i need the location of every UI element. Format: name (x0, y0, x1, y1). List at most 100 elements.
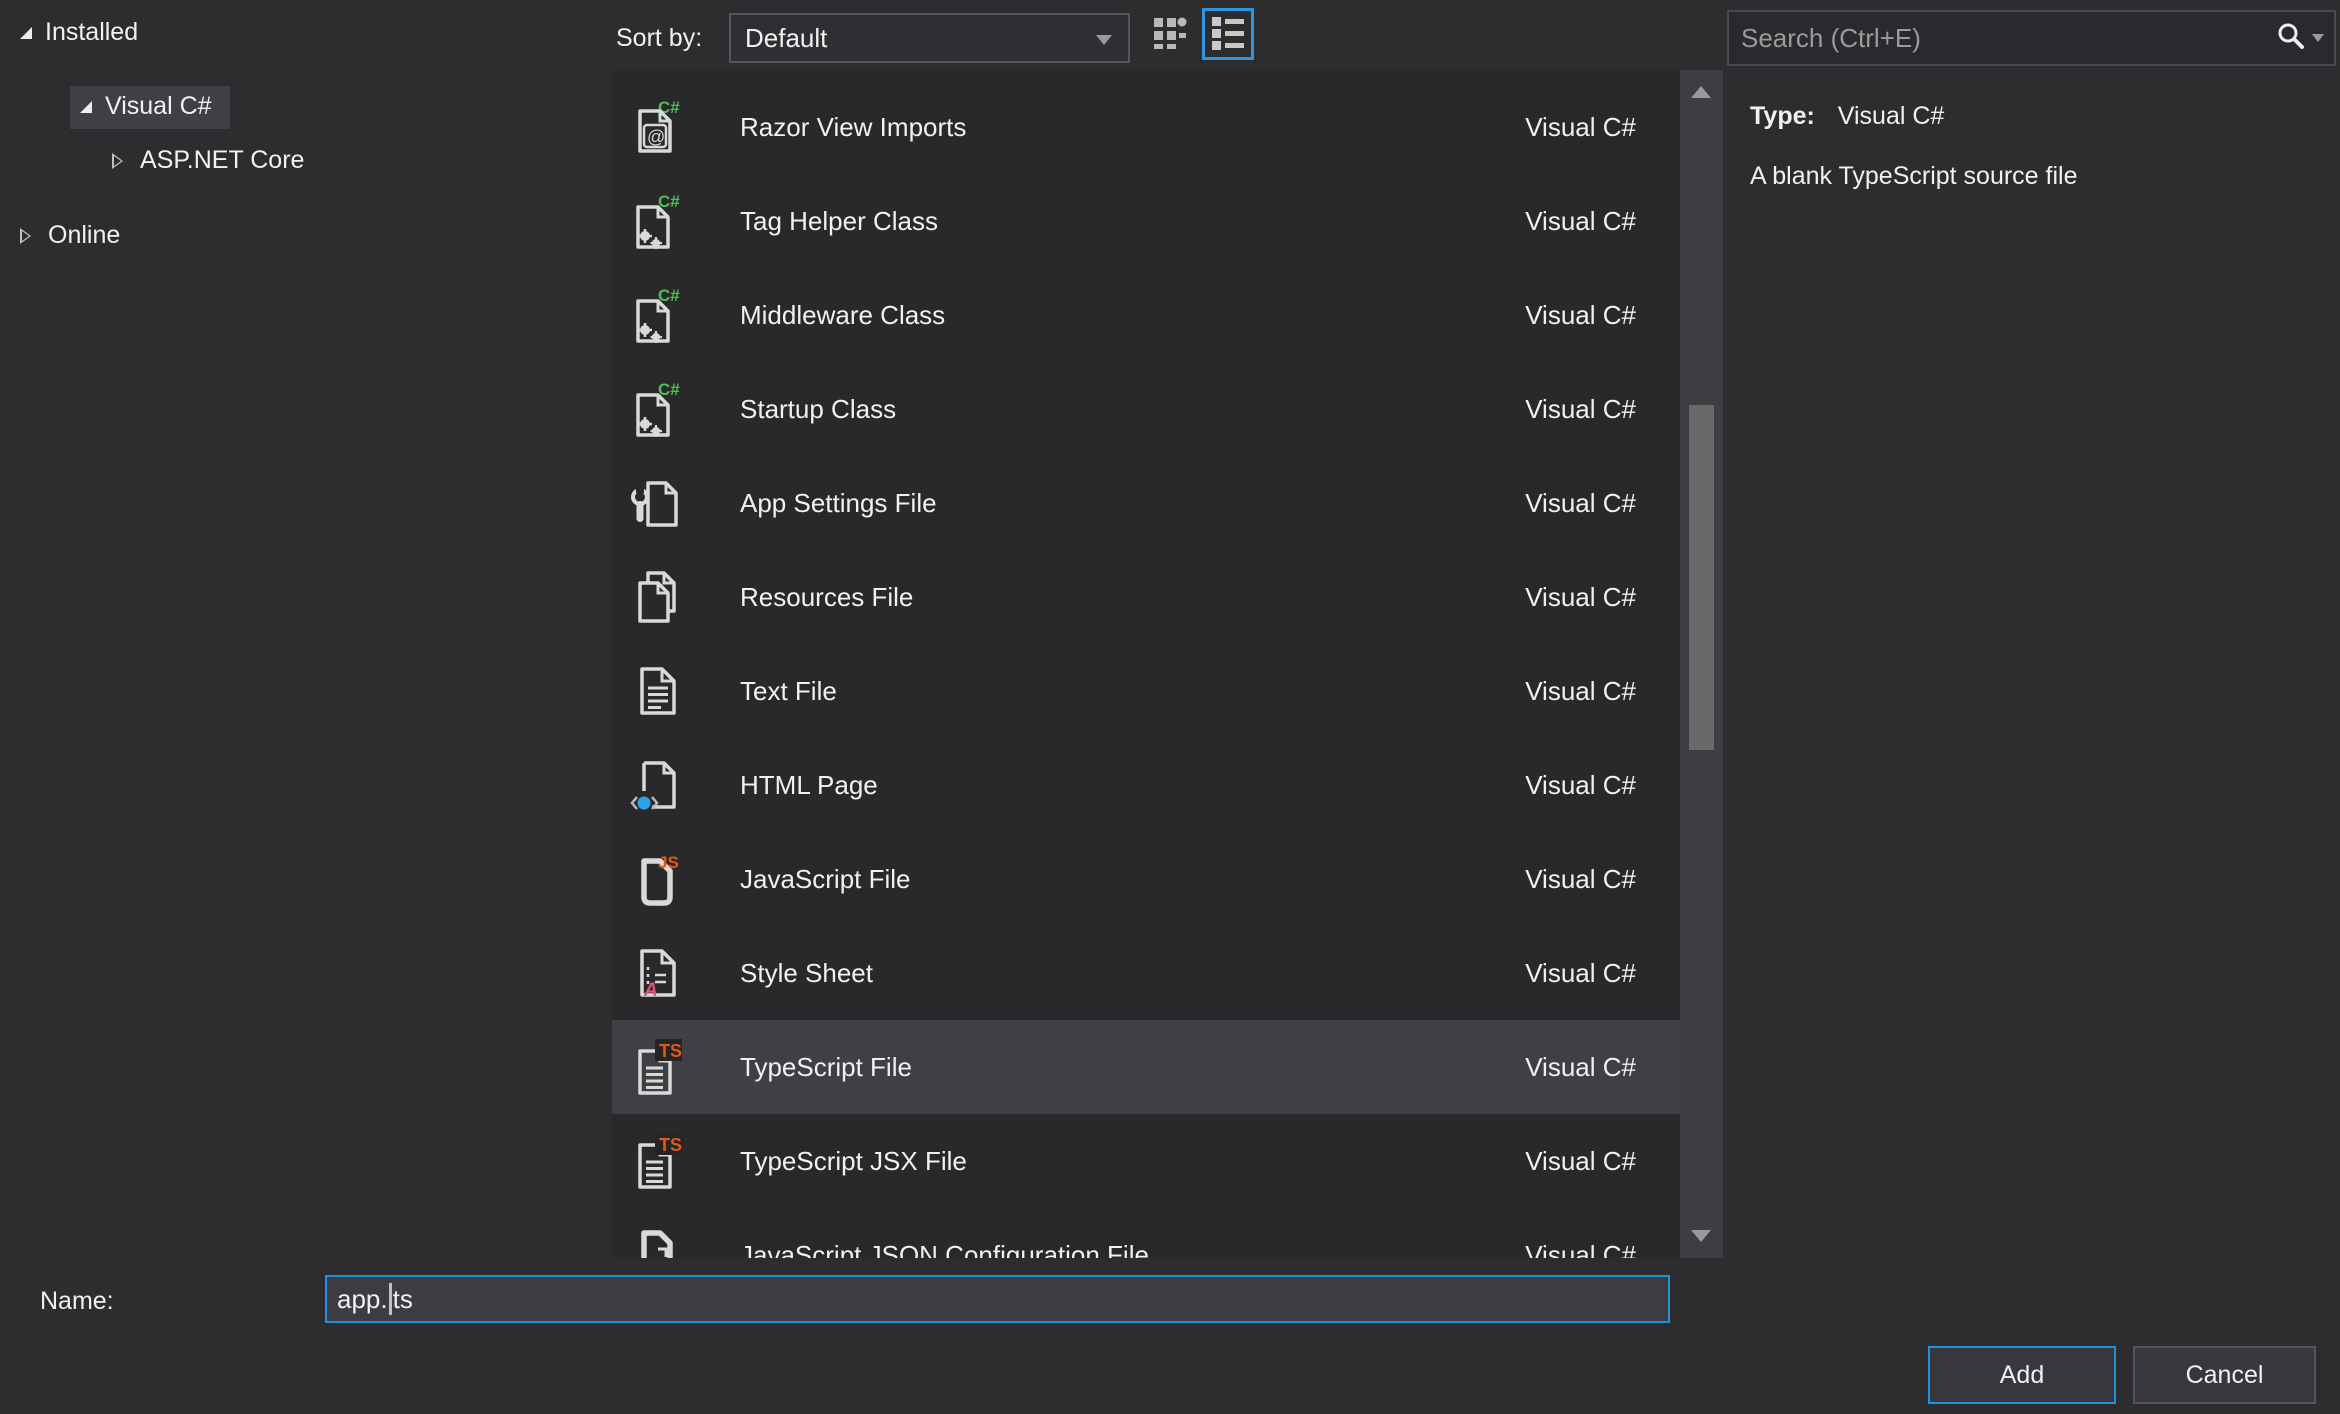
search-input[interactable] (1729, 21, 2276, 55)
template-item[interactable]: C# Startup Class Visual C# (612, 362, 1680, 456)
template-name: HTML Page (740, 769, 878, 800)
tree-node-aspnet-core[interactable]: ASP.NET Core (112, 146, 304, 175)
template-category: Visual C# (1525, 675, 1636, 706)
template-list: C# @ Razor View Imports Visual C# C# Tag… (612, 70, 1680, 1258)
template-category: Visual C# (1525, 957, 1636, 988)
expanded-triangle-icon[interactable] (20, 26, 32, 39)
text-file-icon (628, 661, 688, 721)
style-sheet-icon: A (628, 943, 688, 1003)
template-item-selected[interactable]: TS TypeScript File Visual C# (612, 1020, 1680, 1114)
name-input[interactable]: app. ts (325, 1275, 1670, 1323)
template-item[interactable]: HTML Page Visual C# (612, 738, 1680, 832)
scrollbar-thumb[interactable] (1689, 405, 1714, 750)
tree-node-installed[interactable]: Installed (20, 18, 138, 47)
template-item[interactable]: JavaScript JSON Configuration File Visua… (612, 1208, 1680, 1258)
csharp-class-icon: C# (628, 191, 688, 251)
app-settings-icon (628, 473, 688, 533)
collapsed-triangle-icon[interactable] (20, 227, 39, 244)
csharp-class-icon: C# (628, 379, 688, 439)
tree-node-label: Visual C# (105, 92, 212, 120)
typescript-file-icon: TS (628, 1037, 688, 1097)
template-category: Visual C# (1525, 1051, 1636, 1082)
svg-text:JS: JS (658, 853, 679, 872)
template-type-row: Type: Visual C# (1750, 102, 1944, 131)
search-box[interactable] (1727, 10, 2336, 66)
tree-node-label: Installed (45, 18, 139, 46)
type-value: Visual C# (1837, 102, 1945, 130)
template-item[interactable]: App Settings File Visual C# (612, 456, 1680, 550)
template-name: Tag Helper Class (740, 205, 938, 236)
template-category: Visual C# (1525, 863, 1636, 894)
add-button-label: Add (1999, 1360, 2045, 1389)
name-value-pre-caret: app. (337, 1283, 388, 1314)
add-new-item-dialog: Installed Visual C# ASP.NET Core Online … (0, 0, 2340, 1414)
scroll-down-arrow-icon[interactable] (1691, 1230, 1711, 1242)
svg-text:A: A (643, 980, 658, 1001)
collapsed-triangle-icon[interactable] (112, 152, 131, 169)
csharp-class-icon: C# (628, 285, 688, 345)
template-name: Razor View Imports (740, 111, 967, 142)
template-item[interactable]: C# Tag Helper Class Visual C# (612, 174, 1680, 268)
type-label: Type: (1750, 102, 1815, 130)
typescript-jsx-file-icon: TS (628, 1131, 688, 1191)
resources-file-icon (628, 567, 688, 627)
template-name: TypeScript JSX File (740, 1145, 967, 1176)
template-item[interactable]: C# Middleware Class Visual C# (612, 268, 1680, 362)
template-item[interactable]: A Style Sheet Visual C# (612, 926, 1680, 1020)
javascript-file-icon: JS (628, 849, 688, 909)
svg-text:TS: TS (659, 1135, 682, 1155)
tree-node-label: ASP.NET Core (140, 146, 305, 174)
template-item[interactable]: JS JavaScript File Visual C# (612, 832, 1680, 926)
tree-node-visual-csharp[interactable]: Visual C# (70, 86, 230, 129)
template-item[interactable]: Text File Visual C# (612, 644, 1680, 738)
search-icon[interactable] (2276, 21, 2306, 56)
template-category: Visual C# (1525, 487, 1636, 518)
cancel-button[interactable]: Cancel (2133, 1346, 2316, 1404)
chevron-down-icon (1096, 35, 1112, 45)
name-value-post-caret: ts (392, 1283, 413, 1314)
sort-by-dropdown[interactable]: Default (729, 13, 1130, 63)
template-category: Visual C# (1525, 393, 1636, 424)
add-button[interactable]: Add (1928, 1346, 2116, 1404)
template-name: Style Sheet (740, 957, 873, 988)
template-category: Visual C# (1525, 1145, 1636, 1176)
list-scrollbar[interactable] (1680, 70, 1723, 1258)
template-category: Visual C# (1525, 205, 1636, 236)
template-name: TypeScript File (740, 1051, 912, 1082)
template-name: JavaScript JSON Configuration File (740, 1239, 1149, 1259)
template-name: App Settings File (740, 487, 937, 518)
name-label: Name: (40, 1287, 114, 1315)
template-category: Visual C# (1525, 299, 1636, 330)
template-name: Middleware Class (740, 299, 946, 330)
tree-node-online[interactable]: Online (20, 221, 120, 250)
expanded-triangle-icon[interactable] (80, 100, 92, 113)
small-icons-view-icon (1153, 17, 1187, 56)
small-icons-view-button[interactable] (1144, 10, 1196, 62)
search-options-chevron-icon[interactable] (2312, 34, 2324, 42)
template-item[interactable]: TS TypeScript JSX File Visual C# (612, 1114, 1680, 1208)
json-config-icon (628, 1225, 688, 1258)
template-name: Startup Class (740, 393, 897, 424)
template-item[interactable]: Resources File Visual C# (612, 550, 1680, 644)
text-caret (388, 1283, 392, 1315)
list-view-icon (1210, 14, 1246, 55)
tree-node-label: Online (48, 221, 121, 249)
template-name: Text File (740, 675, 837, 706)
svg-text:TS: TS (659, 1041, 682, 1061)
razor-view-imports-icon: C# @ (628, 97, 688, 157)
svg-text:@: @ (647, 127, 665, 147)
template-category: Visual C# (1525, 111, 1636, 142)
template-item[interactable]: C# @ Razor View Imports Visual C# (612, 80, 1680, 174)
html-page-icon (628, 755, 688, 815)
template-description: A blank TypeScript source file (1750, 162, 2078, 190)
sort-by-value: Default (745, 22, 828, 53)
template-category: Visual C# (1525, 1239, 1636, 1259)
list-view-button[interactable] (1202, 8, 1254, 60)
scroll-up-arrow-icon[interactable] (1691, 86, 1711, 98)
template-category: Visual C# (1525, 769, 1636, 800)
template-name: JavaScript File (740, 863, 911, 894)
sort-by-label: Sort by: (616, 24, 703, 52)
template-category: Visual C# (1525, 581, 1636, 612)
template-name: Resources File (740, 581, 914, 612)
cancel-button-label: Cancel (2185, 1360, 2264, 1389)
